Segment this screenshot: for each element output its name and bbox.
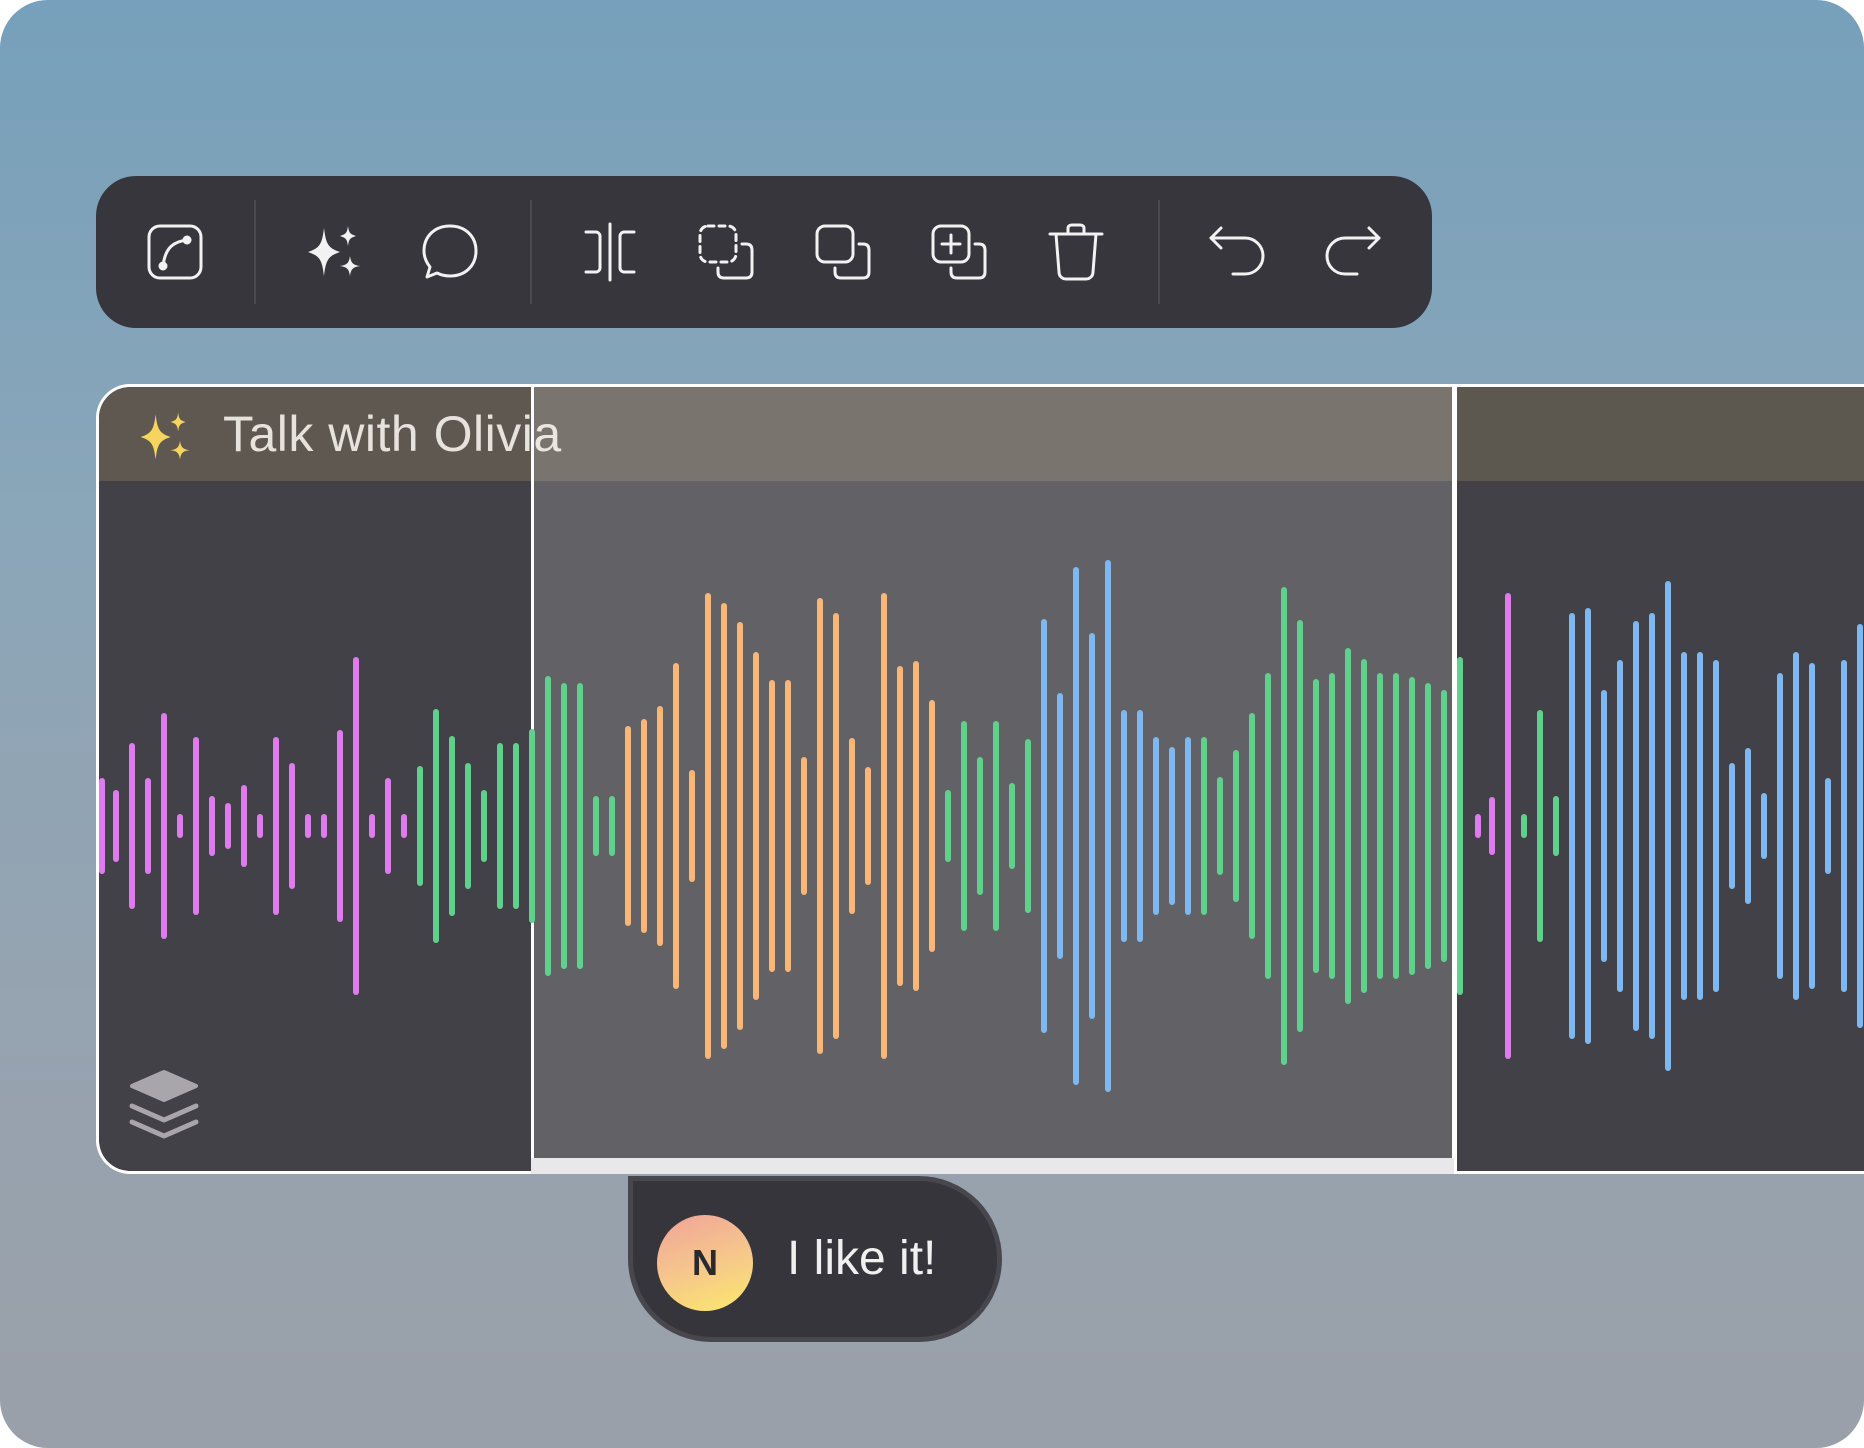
comment-text: I like it! [787,1232,937,1285]
delete-tool[interactable] [1036,212,1116,292]
split-icon [584,222,636,282]
clip-title: Talk with Olivia [223,406,562,462]
comment-icon [422,224,478,279]
ai-magic-tool[interactable] [294,212,374,292]
split-tool[interactable] [570,212,650,292]
comment-bubble[interactable]: N I like it! [628,1176,1002,1342]
ai-sparkle-icon [140,412,190,460]
undo-button[interactable] [1197,212,1277,292]
layers-icon[interactable] [124,1066,204,1150]
next-clip-header[interactable] [1458,387,1864,481]
select-region-icon [698,224,754,280]
redo-icon [1325,226,1381,276]
curve-path-tool[interactable] [135,212,215,292]
add-copy-icon [931,224,987,280]
ai-sparkle-icon [308,226,360,276]
undo-icon [1209,226,1265,276]
duplicate-icon [815,224,871,280]
comment-tool[interactable] [410,212,490,292]
toolbar-separator [1158,200,1160,304]
trash-icon [1048,223,1104,281]
editing-toolbar [96,176,1432,328]
editor-canvas: Talk with Olivia N I like it! [0,0,1864,1448]
curve-path-icon [147,224,203,280]
toolbar-separator [530,200,532,304]
toolbar-separator [254,200,256,304]
clip-split-line[interactable] [1454,384,1457,1174]
add-copy-tool[interactable] [919,212,999,292]
selected-region[interactable] [531,384,1455,1162]
duplicate-tool[interactable] [803,212,883,292]
redo-button[interactable] [1313,212,1393,292]
selection-bottom-bar[interactable] [531,1158,1455,1174]
avatar: N [657,1215,753,1311]
select-region-tool[interactable] [686,212,766,292]
